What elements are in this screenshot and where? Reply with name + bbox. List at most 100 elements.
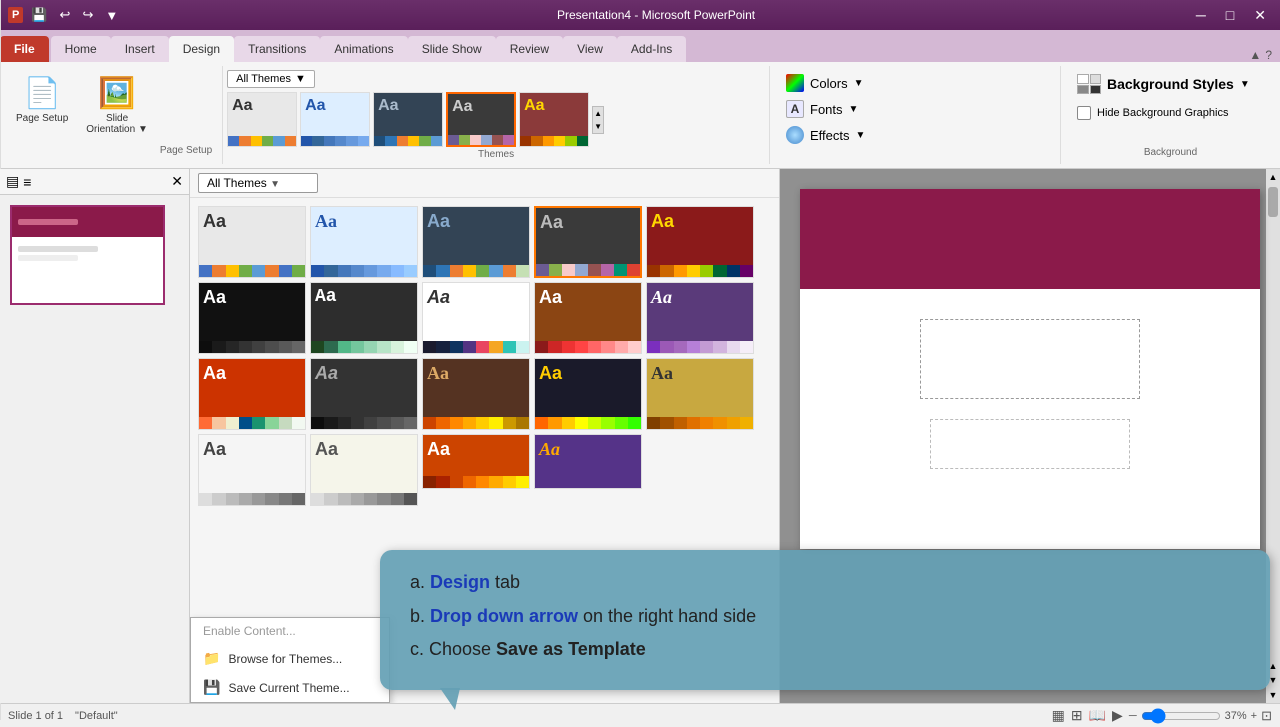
slide-thumbnail[interactable] [10,205,165,305]
slide-thumb-title-bar [18,219,78,225]
scroll-up-arrow[interactable]: ▲ [1266,169,1280,185]
theme-item-1[interactable]: Aa [227,92,297,147]
fonts-label: Fonts [810,102,843,117]
title-bar-left: P 💾 ↩ ↪ ▼ [8,6,122,24]
slide-panel-toolbar: ▤ ≡ ✕ [0,169,189,195]
gallery-scroll-up[interactable]: ▲ [592,107,604,120]
customize-icon[interactable]: ▼ [101,7,122,24]
page-setup-icon: 📄 [23,76,60,111]
slide-orientation-icon: 🖼️ [98,76,135,111]
view-outline-icon[interactable]: ≡ [23,174,31,190]
slide-canvas[interactable] [800,189,1260,549]
save-theme-icon: 💾 [203,679,220,696]
tab-view[interactable]: View [563,36,617,62]
tab-addins[interactable]: Add-Ins [617,36,686,62]
browse-for-themes-menu-item[interactable]: 📁 Browse for Themes... [191,644,389,673]
theme-grid-item-18[interactable]: Aa [422,434,530,489]
window-title: Presentation4 - Microsoft PowerPoint [557,8,755,22]
theme-grid-item-7[interactable]: Aa [310,282,418,354]
theme-grid-item-14[interactable]: Aa [534,358,642,430]
effects-label: Effects [810,128,850,143]
colors-button[interactable]: Colors ▼ [782,72,1048,94]
gallery-scroll-down[interactable]: ▼ [592,120,604,133]
tab-animations[interactable]: Animations [320,36,407,62]
slide-item-1[interactable]: 1 [10,205,165,305]
close-panel-icon[interactable]: ✕ [171,173,183,190]
dropdown-arrow-icon: ▼ [295,73,306,85]
theme-item-2[interactable]: Aa [300,92,370,147]
slide-orientation-button[interactable]: 🖼️ SlideOrientation ▼ [80,72,154,139]
fonts-button[interactable]: A Fonts ▼ [782,98,1048,120]
theme-grid-item-4[interactable]: Aa [534,206,642,278]
theme-grid-item-5[interactable]: Aa [646,206,754,278]
tab-design[interactable]: Design [169,36,234,62]
scroll-bottom-arrow[interactable]: ▼ [1266,687,1280,703]
themes-dropdown-menu: Enable Content... 📁 Browse for Themes...… [190,617,390,703]
theme-grid-item-1[interactable]: Aa [198,206,306,278]
tab-slideshow[interactable]: Slide Show [408,36,496,62]
theme-grid-item-6[interactable]: Aa [198,282,306,354]
colors-icon [786,74,804,92]
gallery-scroll[interactable]: ▲ ▼ [592,106,604,134]
undo-icon[interactable]: ↩ [56,6,75,24]
view-toggle-icon[interactable]: ▤ [6,173,19,190]
fonts-icon: A [786,100,804,118]
themes-filter-arrow: ▼ [270,179,280,190]
tooltip-line-c: c. Choose Save as Template [410,637,1240,662]
themes-filter-label: All Themes [207,176,267,190]
tooltip-drop-down-bold: Drop down arrow [430,606,578,626]
theme-grid-item-16[interactable]: Aa [198,434,306,506]
effects-icon [786,126,804,144]
app-logo: P [8,7,23,23]
redo-icon[interactable]: ↪ [78,6,97,24]
page-setup-group-label: Page Setup [160,145,212,158]
tab-transitions[interactable]: Transitions [234,36,320,62]
slide-content-line-2 [18,255,78,261]
theme-item-5[interactable]: Aa [519,92,589,147]
theme-grid-item-8[interactable]: Aa [422,282,530,354]
theme-grid-item-15[interactable]: Aa [646,358,754,430]
slide-content-box-1[interactable] [920,319,1140,399]
themes-ribbon-row: Aa Aa Aa Aa [227,92,765,147]
theme-item-3[interactable]: Aa [373,92,443,147]
theme-grid-item-3[interactable]: Aa [422,206,530,278]
all-themes-label: All Themes [236,73,291,85]
colors-label: Colors [810,76,848,91]
theme-grid-item-19[interactable]: Aa [534,434,642,489]
save-theme-label: Save Current Theme... [228,681,349,695]
slide-thumb-content [12,237,163,270]
theme-item-4[interactable]: Aa [446,92,516,147]
save-current-theme-menu-item[interactable]: 💾 Save Current Theme... [191,673,389,702]
tab-review[interactable]: Review [496,36,563,62]
enable-content-menu-item: Enable Content... [191,618,389,644]
slide-panel: ▤ ≡ ✕ 1 [0,169,190,703]
theme-grid-item-10[interactable]: Aa [646,282,754,354]
all-themes-dropdown[interactable]: All Themes ▼ [227,70,315,88]
scrollbar-thumb [1268,187,1278,217]
tooltip-save-template-bold: Save as Template [496,639,646,659]
theme-grid-item-11[interactable]: Aa [198,358,306,430]
tab-insert[interactable]: Insert [111,36,169,62]
slide-orientation-label: SlideOrientation ▼ [86,113,148,135]
tab-home[interactable]: Home [51,36,111,62]
theme-grid-item-2[interactable]: Aa [310,206,418,278]
theme-grid-item-13[interactable]: Aa [422,358,530,430]
background-controls: Colors ▼ A Fonts ▼ Effects ▼ [782,72,1048,146]
slide-content-box-2[interactable] [930,419,1130,469]
theme-grid-item-12[interactable]: Aa [310,358,418,430]
page-setup-group: 📄 Page Setup 🖼️ SlideOrientation ▼ Page … [0,66,223,164]
slide-content-line-1 [18,246,98,252]
tab-file[interactable]: File [0,36,49,62]
theme-grid-item-17[interactable]: Aa [310,434,418,506]
themes-filter-select[interactable]: All Themes ▼ [198,173,318,193]
tooltip-line-a: a. Design tab [410,570,1240,595]
browse-themes-label: Browse for Themes... [228,652,342,666]
effects-button[interactable]: Effects ▼ [782,124,1048,146]
browse-themes-icon: 📁 [203,650,220,667]
tooltip-line-b: b. Drop down arrow on the right hand sid… [410,604,1240,629]
save-icon[interactable]: 💾 [27,6,51,24]
theme-grid-item-9[interactable]: Aa [534,282,642,354]
themes-group-label: Themes [227,147,765,160]
page-setup-button[interactable]: 📄 Page Setup [10,72,74,128]
themes-gallery-group: All Themes ▼ Aa Aa Aa [223,66,770,164]
